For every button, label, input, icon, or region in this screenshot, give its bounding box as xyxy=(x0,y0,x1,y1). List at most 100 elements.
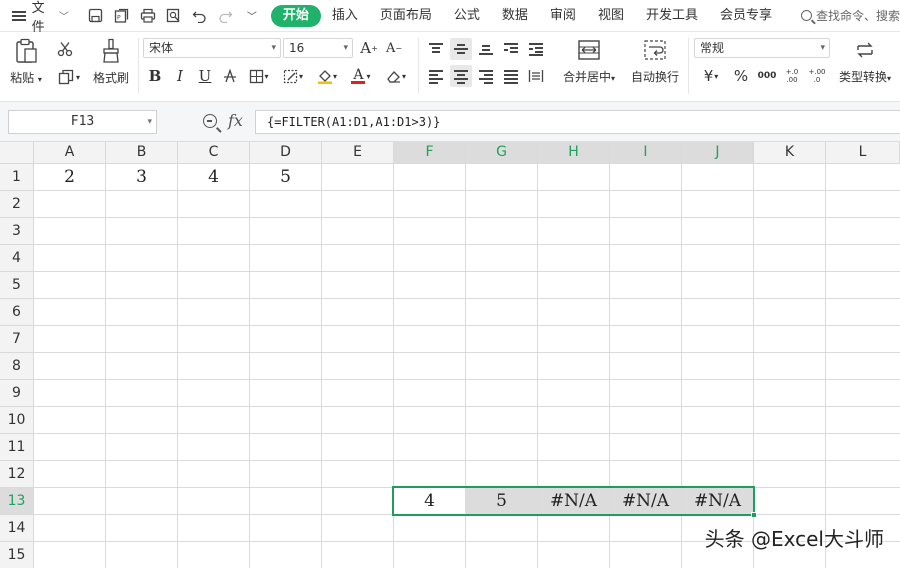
row-header-6[interactable]: 6 xyxy=(0,299,34,326)
row-header-4[interactable]: 4 xyxy=(0,245,34,272)
column-header-l[interactable]: L xyxy=(826,142,900,164)
redo-icon[interactable] xyxy=(215,5,237,27)
tab-review[interactable]: 审阅 xyxy=(539,5,587,27)
fill-handle[interactable] xyxy=(751,512,757,518)
customize-chevron-icon[interactable]: ﹀ xyxy=(241,5,263,27)
row-header-1[interactable]: 1 xyxy=(0,164,34,191)
column-header-h[interactable]: H xyxy=(538,142,610,164)
number-format-select[interactable]: 常规 ▾ xyxy=(694,38,830,58)
column-header-e[interactable]: E xyxy=(322,142,394,164)
command-search[interactable]: 查找命令、搜索 xyxy=(800,7,900,24)
font-color-button[interactable]: A ▾ xyxy=(346,65,376,87)
export-pdf-icon[interactable]: P xyxy=(111,5,133,27)
align-middle-icon[interactable] xyxy=(450,38,472,60)
cell-c1[interactable]: 4 xyxy=(178,164,249,190)
underline-button[interactable]: U xyxy=(194,65,216,87)
align-bottom-icon[interactable] xyxy=(475,38,497,60)
font-color-letter: A xyxy=(353,66,364,83)
column-header-b[interactable]: B xyxy=(106,142,178,164)
column-header-k[interactable]: K xyxy=(754,142,826,164)
row-header-10[interactable]: 10 xyxy=(0,407,34,434)
gridline xyxy=(34,217,900,218)
tab-member[interactable]: 会员专享 xyxy=(709,5,783,27)
column-header-j[interactable]: J xyxy=(682,142,754,164)
tab-formulas[interactable]: 公式 xyxy=(443,5,491,27)
copy-icon[interactable]: ▾ xyxy=(54,66,84,88)
column-header-g[interactable]: G xyxy=(466,142,538,164)
cell-a1[interactable]: 2 xyxy=(34,164,105,190)
tab-data[interactable]: 数据 xyxy=(491,5,539,27)
justify-icon[interactable] xyxy=(500,65,522,87)
align-right-icon[interactable] xyxy=(475,65,497,87)
font-name-select[interactable]: 宋体 ▾ xyxy=(143,38,281,58)
align-top-icon[interactable] xyxy=(425,38,447,60)
row-header-5[interactable]: 5 xyxy=(0,272,34,299)
cell-d1[interactable]: 5 xyxy=(250,164,321,190)
chevron-down-icon: ﹀ xyxy=(58,12,69,23)
increase-font-size-icon[interactable]: A + xyxy=(358,37,380,59)
save-icon[interactable] xyxy=(85,5,107,27)
column-header-d[interactable]: D xyxy=(250,142,322,164)
increase-decimal-button[interactable]: +.0 .00 xyxy=(781,65,803,87)
tab-page-layout[interactable]: 页面布局 xyxy=(369,5,443,27)
select-all-corner[interactable] xyxy=(0,142,34,164)
cell-style-icon[interactable]: ▾ xyxy=(278,65,308,87)
file-menu-button[interactable]: 文件 ﹀ xyxy=(6,1,75,35)
row-header-15[interactable]: 15 xyxy=(0,542,34,568)
zoom-out-icon[interactable] xyxy=(203,114,217,128)
column-header-f[interactable]: F xyxy=(394,142,466,164)
currency-button[interactable]: ¥ ▾ xyxy=(697,65,725,87)
strikethrough-icon[interactable] xyxy=(219,65,241,87)
decrease-indent-icon[interactable] xyxy=(500,38,522,60)
bold-button[interactable]: B xyxy=(144,65,166,87)
decrease-decimal-button[interactable]: +.00 .0 xyxy=(806,65,828,87)
merge-center-button[interactable]: 合并居中▾ xyxy=(558,38,620,85)
undo-icon[interactable] xyxy=(189,5,211,27)
ribbon-separator xyxy=(688,38,689,94)
thousands-button[interactable]: 000 xyxy=(756,65,778,87)
row-header-2[interactable]: 2 xyxy=(0,191,34,218)
print-icon[interactable] xyxy=(137,5,159,27)
type-convert-button[interactable]: 类型转换▾ xyxy=(836,38,894,85)
increase-indent-icon[interactable] xyxy=(525,38,547,60)
row-header-9[interactable]: 9 xyxy=(0,380,34,407)
italic-button[interactable]: I xyxy=(169,65,191,87)
name-box[interactable]: F13 ▾ xyxy=(8,110,157,134)
wrap-text-label: 自动换行 xyxy=(630,70,679,84)
row-header-12[interactable]: 12 xyxy=(0,461,34,488)
paste-button[interactable]: 粘贴 ▾ xyxy=(8,38,44,86)
print-preview-icon[interactable] xyxy=(163,5,185,27)
row-header-13[interactable]: 13 xyxy=(0,488,34,515)
tab-view[interactable]: 视图 xyxy=(587,5,635,27)
tab-developer[interactable]: 开发工具 xyxy=(635,5,709,27)
gridline xyxy=(321,164,322,568)
row-header-3[interactable]: 3 xyxy=(0,218,34,245)
row-header-11[interactable]: 11 xyxy=(0,434,34,461)
align-left-icon[interactable] xyxy=(425,65,447,87)
insert-function-button[interactable]: fx xyxy=(228,111,243,130)
tab-home[interactable]: 开始 xyxy=(270,4,321,27)
font-size-select[interactable]: 16 ▾ xyxy=(283,38,353,58)
column-header-c[interactable]: C xyxy=(178,142,250,164)
distributed-align-icon[interactable] xyxy=(525,65,547,87)
cut-icon[interactable] xyxy=(54,38,76,60)
cell-b1[interactable]: 3 xyxy=(106,164,177,190)
align-center-icon[interactable] xyxy=(450,65,472,87)
column-header-i[interactable]: I xyxy=(610,142,682,164)
percent-button[interactable]: % xyxy=(730,65,752,87)
formula-input[interactable]: {=FILTER(A1:D1,A1:D1>3)} xyxy=(255,110,900,134)
fill-color-icon[interactable]: ▾ xyxy=(312,65,342,87)
column-header-a[interactable]: A xyxy=(34,142,106,164)
row-header-14[interactable]: 14 xyxy=(0,515,34,542)
wrap-text-button[interactable]: 自动换行 xyxy=(627,38,683,85)
format-painter-button[interactable]: 格式刷 xyxy=(91,38,131,86)
borders-icon[interactable]: ▾ xyxy=(244,65,274,87)
decrease-font-size-icon[interactable]: A − xyxy=(383,37,405,59)
row-header-7[interactable]: 7 xyxy=(0,326,34,353)
chevron-down-icon: ▾ xyxy=(147,117,152,127)
row-header-8[interactable]: 8 xyxy=(0,353,34,380)
clear-format-icon[interactable]: ▾ xyxy=(381,65,411,87)
hamburger-icon xyxy=(12,10,26,22)
tab-insert[interactable]: 插入 xyxy=(321,5,369,27)
menu-bar: 文件 ﹀ P ﹀ 开始 插入 页面布局 公式 数据 审阅 视图 开发工具 会员专… xyxy=(0,0,900,35)
